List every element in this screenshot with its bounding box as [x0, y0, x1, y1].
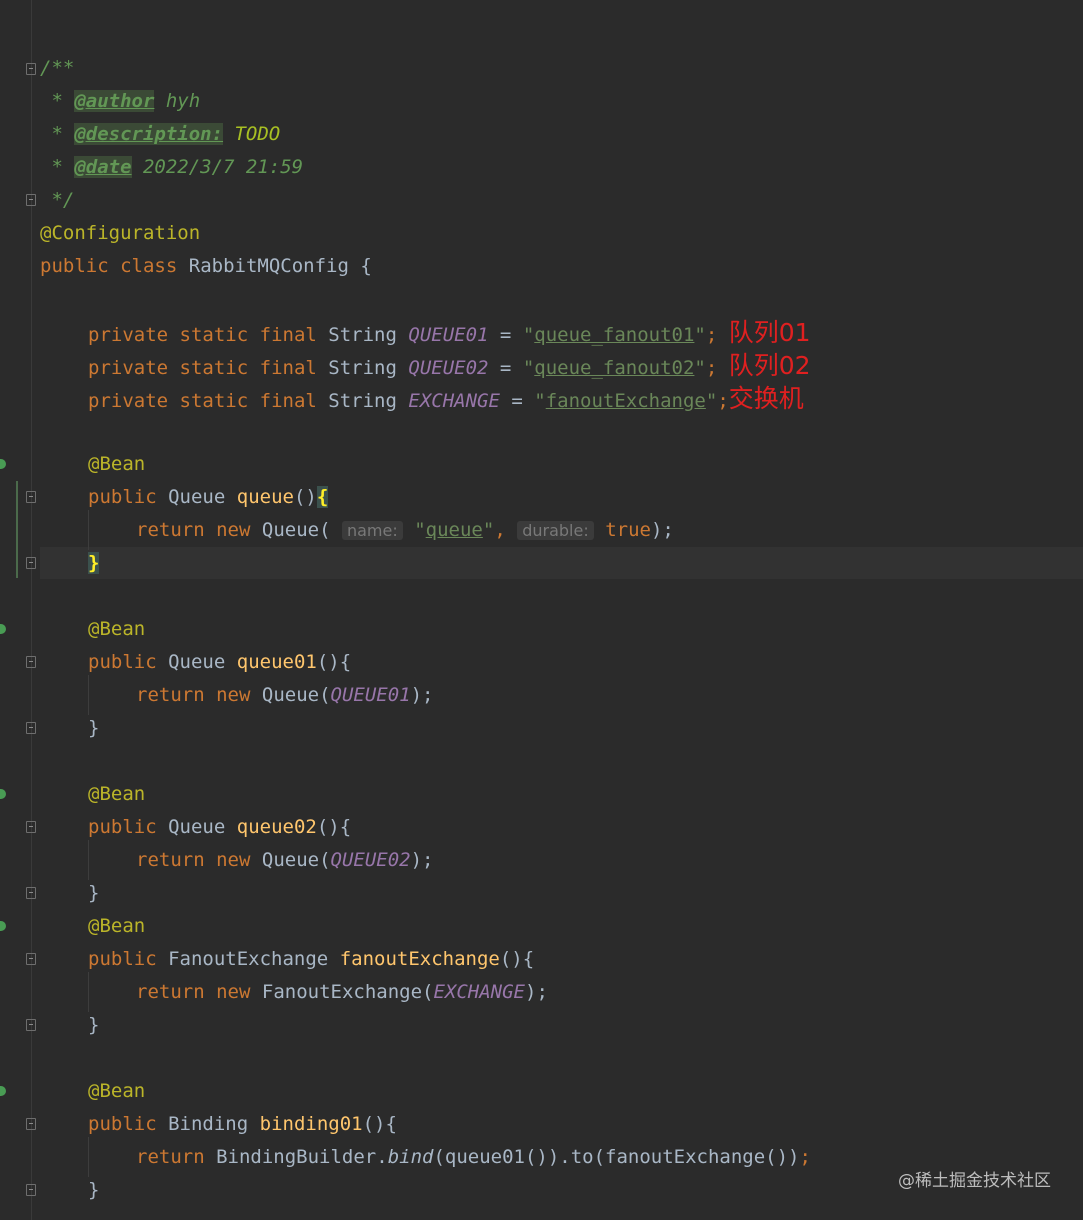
vcs-change-marker[interactable] [16, 481, 18, 578]
code-line: public class RabbitMQConfig { [40, 255, 372, 277]
indent-guide [88, 1137, 89, 1177]
code-line: } [88, 1179, 100, 1201]
watermark: @稀土掘金技术社区 [898, 1171, 1051, 1191]
code-line: public Queue queue01(){ [88, 651, 352, 673]
annotation-note: 队列02 [728, 351, 811, 380]
indent-guide [88, 510, 89, 550]
fold-toggle-icon[interactable] [26, 656, 36, 668]
code-line: * @date 2022/3/7 21:59 [40, 156, 304, 178]
parameter-hint: name: [341, 521, 403, 540]
code-line: @Bean [88, 915, 146, 937]
javadoc-author-tag: @author [74, 90, 155, 112]
annotation-note: 队列01 [728, 318, 811, 347]
indent-guide [88, 972, 89, 1012]
code-line: } [88, 1014, 100, 1036]
indent-guide [88, 675, 89, 715]
code-line: @Bean [88, 1080, 146, 1102]
code-line: public FanoutExchange fanoutExchange(){ [88, 948, 535, 970]
code-line: } [88, 717, 100, 739]
fold-toggle-icon[interactable] [26, 1118, 36, 1130]
code-line: @Bean [88, 453, 146, 475]
code-line: @Bean [88, 618, 146, 640]
gutter-divider [31, 0, 32, 1220]
matched-brace: { [316, 486, 329, 508]
fold-toggle-icon[interactable] [26, 1019, 36, 1031]
fold-toggle-icon[interactable] [26, 194, 36, 206]
code-line: } [88, 882, 100, 904]
code-line: } [88, 547, 100, 580]
code-line: private static final String QUEUE01 = "q… [88, 318, 811, 347]
code-line: return new Queue(QUEUE01); [136, 684, 434, 706]
code-line: * @description: TODO [40, 123, 281, 145]
code-line: return new Queue( name: "queue", durable… [136, 519, 674, 541]
code-editor[interactable]: /** * @author hyh * @description: TODO *… [40, 0, 1083, 1220]
code-line: @Bean [88, 783, 146, 805]
matched-brace: } [88, 552, 100, 574]
fold-toggle-icon[interactable] [26, 722, 36, 734]
annotation-note: 交换机 [728, 384, 804, 413]
fold-toggle-icon[interactable] [26, 63, 36, 75]
code-line: /** [40, 57, 75, 79]
javadoc-description-tag: @description: [74, 123, 224, 145]
code-line: public Queue queue(){ [88, 486, 329, 508]
parameter-hint: durable: [517, 521, 594, 540]
fold-toggle-icon[interactable] [26, 1184, 36, 1196]
code-line: return new FanoutExchange(EXCHANGE); [136, 981, 548, 1003]
code-line: return new Queue(QUEUE02); [136, 849, 434, 871]
javadoc-date-tag: @date [74, 156, 132, 178]
fold-toggle-icon[interactable] [26, 491, 36, 503]
editor-gutter [0, 0, 40, 1220]
code-line: private static final String QUEUE02 = "q… [88, 351, 811, 380]
code-line: public Queue queue02(){ [88, 816, 352, 838]
fold-toggle-icon[interactable] [26, 557, 36, 569]
code-line: return BindingBuilder.bind(queue01()).to… [136, 1146, 811, 1168]
code-line: @Configuration [40, 222, 201, 244]
indent-guide [88, 840, 89, 880]
fold-toggle-icon[interactable] [26, 953, 36, 965]
code-line: */ [40, 189, 75, 211]
fold-toggle-icon[interactable] [26, 887, 36, 899]
code-line: public Binding binding01(){ [88, 1113, 397, 1135]
code-line: * @author hyh [40, 90, 201, 112]
fold-toggle-icon[interactable] [26, 821, 36, 833]
code-line: private static final String EXCHANGE = "… [88, 384, 804, 413]
